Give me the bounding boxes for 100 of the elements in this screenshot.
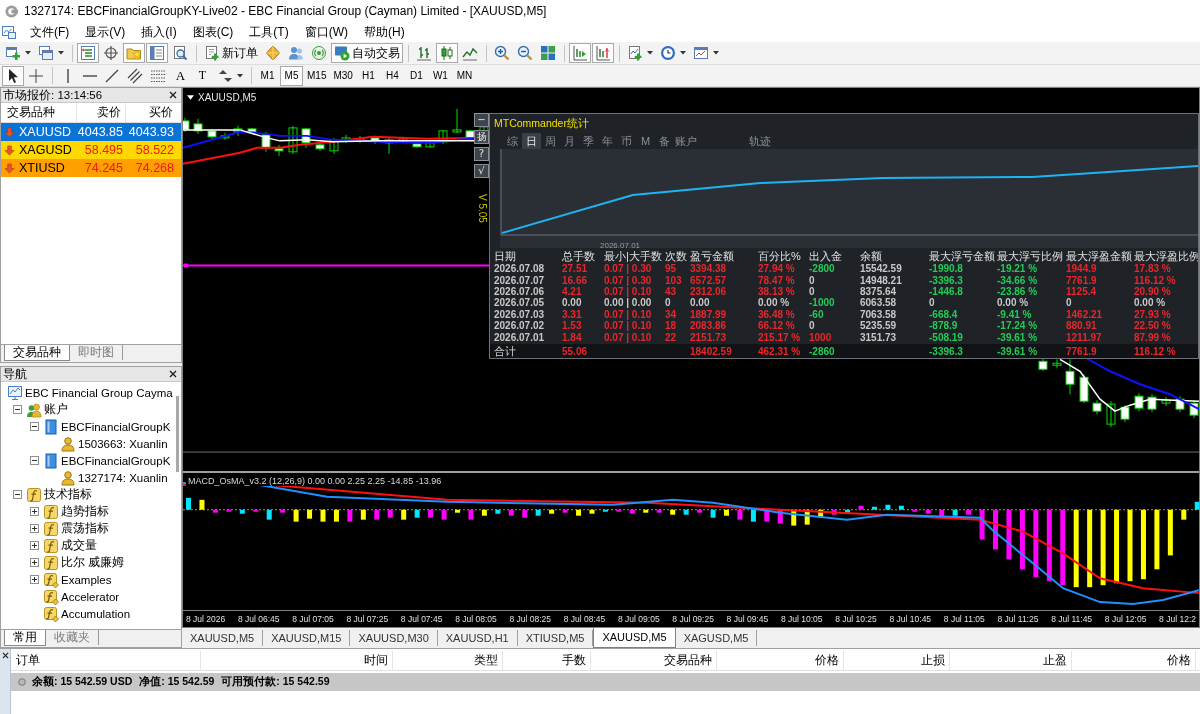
symbol-row[interactable]: XTIUSD 74.245 74.268 [1,159,181,177]
column-header[interactable]: 手数 [503,651,591,670]
column-header[interactable]: 订单 [11,651,201,670]
toolbar-button[interactable]: M15 [304,65,330,86]
tree-item[interactable]: 震荡指标 [61,521,109,536]
time-label: 8 Jul 12:05 [1104,614,1147,624]
toolbar-button[interactable]: D1 [404,65,428,86]
toolbar-button[interactable]: 自动交易 [331,43,403,63]
tree-item[interactable]: EBCFinancialGroupK [61,420,171,433]
plus-box-icon[interactable] [30,541,39,550]
zoom-in-icon [494,45,510,61]
chart-tab[interactable]: XAUUSD,H1 [437,630,518,646]
bid-price: 58.495 [83,143,124,157]
chart-tab[interactable]: XAGUSD,M5 [675,630,758,646]
time-label: 8 Jul 07:05 [292,614,334,624]
toolbar-button[interactable]: H4 [380,65,404,86]
column-header[interactable]: 价格 [1072,651,1196,670]
toolbar-button[interactable]: M30 [330,65,356,86]
toolbar-button[interactable]: H1 [356,65,380,86]
window-icon[interactable] [2,25,16,39]
column-header[interactable]: 卖价 [77,103,126,122]
window-plus-icon [5,45,21,61]
bid-price: 74.245 [83,161,124,175]
tree-item[interactable]: 成交量 [61,538,97,553]
tree-item[interactable]: Accelerator [61,590,120,603]
balance-text: 净值: 15 542.59 [139,675,215,689]
chart-plus-icon [627,45,643,61]
crosshair-icon [28,67,44,84]
column-header[interactable]: 止损 [844,651,950,670]
panel-tab[interactable]: 收藏夹 [46,630,99,645]
tree-item[interactable]: 比尔 威廉姆 [61,555,125,570]
toolbar-button[interactable]: MN [452,65,476,86]
tree-item[interactable]: 账户 [44,402,68,417]
close-icon[interactable] [169,370,177,378]
symbol-row[interactable]: XAGUSD 58.495 58.522 [1,141,181,159]
toolbar-button[interactable] [2,65,24,86]
panel-tab[interactable]: 即时图 [70,345,123,360]
balance-text: 可用预付款: 15 542.59 [221,675,330,689]
menu-item[interactable]: 工具(T) [241,23,297,41]
bid-price: 4043.85 [77,125,124,139]
time-label: 8 Jul 10:45 [889,614,932,624]
toolbar-button[interactable]: W1 [428,65,452,86]
tree-item[interactable]: 技术指标 [44,487,92,502]
close-icon[interactable] [169,91,177,99]
menu-item[interactable]: 文件(F) [22,23,78,41]
chart-tab[interactable]: XAUUSD,M30 [350,630,438,646]
menu-item[interactable]: 窗口(W) [296,23,356,41]
chart-tab[interactable]: XAUUSD,M5 [593,628,676,648]
window-title: 1327174: EBCFinancialGroupKY-Live02 - EBC Financial Group (Cayman) Limited - [XAUUSD,M5] [24,4,547,18]
crosshair-icon [103,45,119,61]
plus-box-icon[interactable] [30,558,39,567]
time-label: 8 Jul 11:45 [1051,614,1093,624]
panel-title: 导航 [3,366,27,382]
column-header[interactable]: 价格 [717,651,844,670]
minus-box-icon[interactable] [30,422,39,431]
toolbar-button[interactable]: M1 [256,65,279,86]
minus-box-icon[interactable] [13,490,22,499]
tree-item[interactable]: EBCFinancialGroupK [61,454,171,467]
time-label: 8 Jul 11:25 [997,614,1039,624]
window-list-icon [80,45,96,61]
toolbar-button[interactable]: 新订单 [201,43,261,63]
menu-item[interactable]: 插入(I) [133,23,185,41]
time-label: 8 Jul 11:05 [943,614,985,624]
menu-item[interactable]: 帮助(H) [356,23,413,41]
chart-tab[interactable]: XAUUSD,M5 [182,630,264,646]
tree-item[interactable]: 1327174: Xuanlin [78,471,168,484]
scrollbar-thumb[interactable] [176,396,179,472]
menu-item[interactable]: 图表(C) [184,23,242,41]
column-header[interactable]: 交易品种 [591,651,717,670]
panel-tab[interactable]: 常用 [4,630,46,646]
minus-box-icon[interactable] [13,405,22,414]
panel-tab[interactable]: 交易品种 [4,345,70,361]
plus-box-icon[interactable] [30,524,39,533]
column-header[interactable]: 时间 [201,651,393,670]
close-icon[interactable] [1,652,9,659]
column-header[interactable]: 交易品种 [1,103,77,122]
column-header[interactable]: 止盈 [950,651,1072,670]
clock-icon [660,45,676,61]
tree-item[interactable]: Examples [61,573,112,586]
tree-item[interactable]: Accumulation [61,607,131,620]
time-label: 8 Jul 2026 [186,614,226,624]
time-label: 8 Jul 12:2 [1159,614,1196,624]
toolbar-button[interactable]: T [192,65,213,86]
menu-item[interactable]: 显示(V) [77,23,134,41]
chart-tab[interactable]: XAUUSD,M15 [263,630,351,646]
ask-price: 4043.93 [127,125,175,139]
tree-item[interactable]: 趋势指标 [61,504,109,519]
balance-text: 余额: 15 542.59 USD [32,675,133,689]
diamond-icon [265,45,281,61]
minus-box-icon[interactable] [30,456,39,465]
tree-item[interactable]: EBC Financial Group Cayma [25,386,173,399]
plus-box-icon[interactable] [30,507,39,516]
toolbar-button[interactable]: M5 [280,65,303,86]
bars-play-icon [572,45,588,61]
symbol-row[interactable]: XAUUSD 4043.85 4043.93 [1,123,181,141]
plus-box-icon[interactable] [30,575,39,584]
column-header[interactable]: 类型 [393,651,503,670]
toolbar-button[interactable]: A [170,65,191,86]
column-header[interactable]: 买价 [126,103,177,122]
tree-item[interactable]: 1503663: Xuanlin [78,437,168,450]
